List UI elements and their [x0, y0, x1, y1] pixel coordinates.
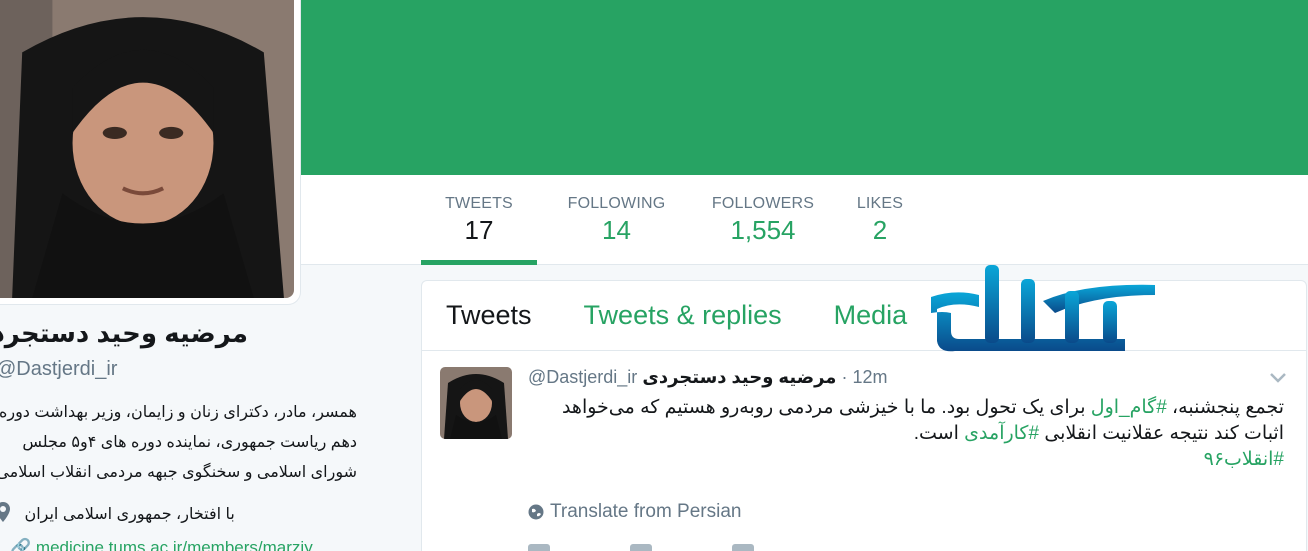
hashtag-link[interactable]: #کارآمدی: [964, 423, 1039, 444]
profile-location: با افتخار، جمهوری اسلامی ایران: [0, 502, 235, 524]
profile-name[interactable]: مرضیه وحید دستجردی: [0, 318, 248, 349]
retweet-icon[interactable]: [630, 544, 652, 551]
stat-label: LIKES: [856, 195, 904, 212]
link-text[interactable]: medicine.tums.ac.ir/members/marziy...: [36, 538, 326, 551]
profile-handle[interactable]: @Dastjerdi_ir: [0, 358, 117, 381]
tweet-avatar[interactable]: [440, 367, 512, 439]
profile-bio: همسر، مادر، دکترای زنان و زایمان، وزیر ب…: [0, 398, 357, 488]
tweet-item[interactable]: @Dastjerdi_ir مرضیه وحید دستجردی · 12m ت…: [422, 351, 1306, 551]
stat-label: FOLLOWERS: [711, 195, 815, 212]
timeline-tabs: Tweets Tweets & replies Media: [422, 281, 1306, 351]
tweet-header: @Dastjerdi_ir مرضیه وحید دستجردی · 12m: [528, 367, 887, 388]
stat-tweets[interactable]: TWEETS 17: [421, 175, 537, 265]
globe-icon: [528, 504, 544, 520]
tab-media[interactable]: Media: [834, 300, 908, 331]
translate-link[interactable]: Translate from Persian: [528, 501, 741, 523]
stat-value: 2: [872, 215, 888, 245]
profile-avatar[interactable]: [0, 0, 300, 304]
stat-following[interactable]: FOLLOWING 14: [543, 175, 690, 265]
bio-line: دهم ریاست جمهوری، نماینده دوره های ۴و۵ م…: [22, 434, 357, 451]
tweet-time[interactable]: 12m: [852, 367, 887, 387]
stat-likes[interactable]: LIKES 2: [844, 175, 916, 265]
tweet-text-part: اثبات کند نتیجه عقلانیت انقلابی: [1039, 423, 1284, 444]
bio-line: شورای اسلامی و سخنگوی جبهه مردمی انقلاب …: [0, 464, 357, 481]
watermark-logo: [931, 265, 1155, 352]
stat-value: 1,554: [730, 215, 796, 245]
tweet-dot: ·: [841, 367, 853, 387]
tweet-author-name[interactable]: مرضیه وحید دستجردی: [642, 367, 836, 387]
tweet-actions: [528, 544, 754, 551]
profile-website-link[interactable]: 🔗 medicine.tums.ac.ir/members/marziy...: [10, 538, 326, 551]
tweet-text-part: است.: [913, 423, 965, 444]
tweet-text-part: تجمع پنجشنبه،: [1166, 397, 1284, 418]
tab-tweets-replies[interactable]: Tweets & replies: [584, 300, 782, 331]
hashtag-link[interactable]: #انقلاب۹۶: [1204, 449, 1284, 470]
stat-value: 14: [602, 215, 631, 245]
translate-text[interactable]: Translate from Persian: [550, 501, 741, 523]
link-icon: 🔗: [10, 538, 32, 551]
tweets-timeline: Tweets Tweets & replies Media @Dastjerdi…: [421, 280, 1307, 551]
stat-label: TWEETS: [445, 195, 513, 212]
like-icon[interactable]: [732, 544, 754, 551]
tab-tweets[interactable]: Tweets: [446, 300, 532, 331]
tweet-text: تجمع پنجشنبه، #گام_اول برای یک تحول بود.…: [524, 395, 1284, 473]
chevron-down-icon[interactable]: [1268, 367, 1288, 387]
stat-label: FOLLOWING: [567, 195, 666, 212]
location-pin-icon: [0, 502, 10, 522]
profile-stats: TWEETS 17 FOLLOWING 14 FOLLOWERS 1,554 L…: [421, 175, 916, 265]
stat-value: 17: [464, 215, 494, 245]
tweet-handle[interactable]: @Dastjerdi_ir: [528, 367, 637, 387]
hashtag-link[interactable]: #گام_اول: [1091, 397, 1167, 418]
bio-line: همسر، مادر، دکترای زنان و زایمان، وزیر ب…: [0, 404, 357, 421]
reply-icon[interactable]: [528, 544, 550, 551]
location-text: با افتخار، جمهوری اسلامی ایران: [24, 506, 235, 523]
stat-followers[interactable]: FOLLOWERS 1,554: [690, 175, 836, 265]
tweet-text-part: برای یک تحول بود. ما با خیزشی مردمی روبه…: [561, 397, 1091, 418]
